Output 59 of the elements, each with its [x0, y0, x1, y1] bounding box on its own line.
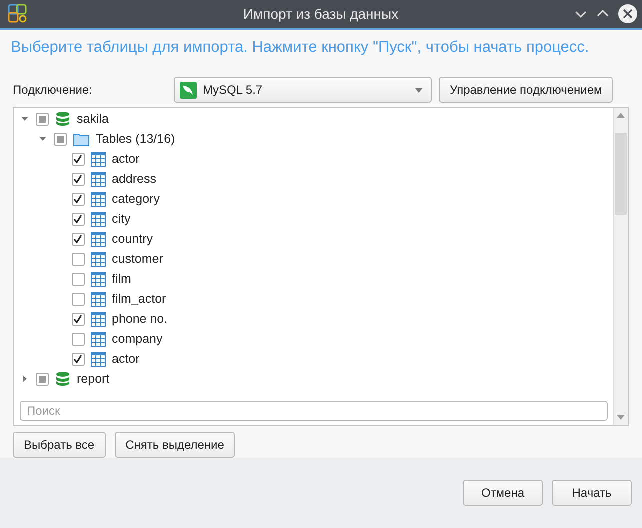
table-icon [91, 232, 106, 246]
table-icon [91, 172, 106, 186]
tree-item[interactable]: city [112, 212, 131, 226]
tree-item[interactable]: phone no. [112, 312, 168, 326]
table-icon [91, 192, 106, 206]
checkbox[interactable] [72, 212, 85, 226]
tree-item[interactable]: company [112, 332, 163, 346]
tree-item[interactable]: customer [112, 252, 164, 266]
close-icon[interactable] [618, 4, 638, 24]
database-icon [55, 371, 71, 387]
tree-item[interactable]: category [112, 192, 160, 206]
tree-item[interactable]: sakila [77, 112, 109, 126]
checkbox[interactable] [72, 312, 85, 326]
table-icon [91, 212, 106, 226]
checkbox[interactable] [72, 272, 85, 286]
tree-item[interactable]: film [112, 272, 132, 286]
checkbox[interactable] [36, 372, 49, 386]
tree-item[interactable]: address [112, 172, 156, 186]
checkbox[interactable] [72, 192, 85, 206]
table-icon [91, 332, 106, 346]
table-icon [91, 252, 106, 266]
checkbox[interactable] [54, 132, 67, 146]
manage-connections-button[interactable]: Управление подключением [439, 77, 614, 103]
tree-item[interactable]: film_actor [112, 292, 166, 306]
tree-item[interactable]: country [112, 232, 153, 246]
tree-item[interactable]: report [77, 372, 110, 386]
scrollbar[interactable] [613, 108, 628, 425]
table-icon [91, 292, 106, 306]
checkbox[interactable] [72, 232, 85, 246]
deselect-button[interactable]: Снять выделение [114, 432, 236, 458]
scrollbar-thumb[interactable] [615, 133, 627, 215]
connection-dropdown[interactable]: MySQL 5.7 [174, 77, 432, 103]
window-title: Импорт из базы данных [242, 6, 400, 22]
connection-label: Подключение: [13, 83, 94, 97]
database-icon [55, 111, 71, 127]
table-icon [91, 272, 106, 286]
checkbox[interactable] [72, 292, 85, 306]
select-all-button[interactable]: Выбрать все [13, 432, 106, 458]
tree-item[interactable]: actor [112, 352, 140, 366]
folder-icon [73, 132, 90, 146]
table-icon [91, 152, 106, 166]
checkbox[interactable] [72, 152, 85, 166]
dropdown-caret-icon [415, 88, 423, 92]
checkbox[interactable] [72, 172, 85, 186]
checkbox[interactable] [72, 332, 85, 346]
app-logo-icon [8, 4, 28, 24]
table-icon [91, 312, 106, 326]
instruction-text: Выберите таблицы для импорта. Нажмите кнопку "Пуск", чтобы начать процесс. [11, 39, 590, 57]
table-icon [91, 352, 106, 366]
search-field[interactable]: Поиск [20, 401, 608, 421]
start-button[interactable]: Начать [552, 480, 632, 506]
scroll-up-icon[interactable] [617, 113, 625, 118]
tree-item[interactable]: Tables (13/16) [96, 132, 176, 146]
checkbox[interactable] [72, 252, 85, 266]
checkbox[interactable] [72, 352, 85, 366]
tree-item[interactable]: actor [112, 152, 140, 166]
scroll-down-icon[interactable] [617, 415, 625, 420]
checkbox[interactable] [36, 112, 49, 126]
cancel-button[interactable]: Отмена [463, 480, 543, 506]
